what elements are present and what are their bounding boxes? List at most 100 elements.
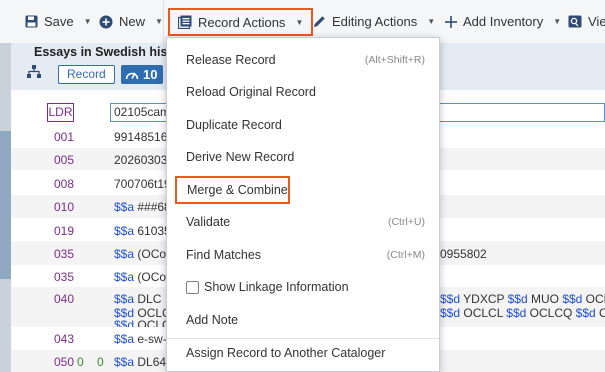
left-panel-selected-area: [0, 131, 11, 279]
record-actions-button[interactable]: Record Actions ▼: [168, 8, 314, 36]
field-tag: 008: [54, 177, 75, 191]
subfield-code: $$d: [440, 306, 461, 320]
field-content: 20260303: [114, 153, 168, 167]
menu-item-label: Validate: [186, 215, 231, 229]
subfield-value: MUO: [527, 292, 563, 306]
subfield-code: $$a: [114, 200, 135, 214]
subfield-value: OCL: [585, 292, 605, 306]
menu-item-release-record[interactable]: Release Record (Alt+Shift+R): [167, 44, 439, 76]
field-content-continued: 0955802: [440, 247, 487, 261]
menu-item-label: Reload Original Record: [186, 85, 316, 99]
field-content: $$a DL64: [114, 355, 166, 369]
plus-circle-icon: [99, 15, 113, 28]
subfield-code: $$d: [114, 318, 135, 327]
quality-score-badge[interactable]: 10: [121, 65, 164, 84]
chevron-down-icon: ▼: [295, 17, 304, 27]
checkbox[interactable]: [186, 280, 199, 294]
field-content: $$a (OCoL: [114, 270, 173, 284]
subfield-value: OCL: [599, 306, 605, 320]
indicator-2: 0: [97, 355, 104, 369]
subfield-code: $$a: [114, 247, 135, 261]
field-tag: 035: [54, 247, 75, 261]
field-tag: 035: [54, 270, 75, 284]
view-label: Vie: [588, 14, 605, 29]
menu-item-assign-record-to-another-cataloger[interactable]: Assign Record to Another Cataloger: [167, 337, 439, 369]
field-tag: 040: [54, 292, 75, 306]
menu-item-derive-new-record[interactable]: Derive New Record: [167, 141, 439, 173]
record-actions-menu: Release Record (Alt+Shift+R) Reload Orig…: [166, 37, 440, 372]
field-tag: 005: [54, 153, 75, 167]
subfield-value: OCLCL: [460, 306, 507, 320]
record-title: Essays in Swedish histor: [34, 45, 185, 59]
field-tag: 019: [54, 224, 75, 238]
field-tag: 001: [54, 130, 75, 144]
add-inventory-button[interactable]: Add Inventory ▼: [445, 0, 561, 43]
field-content-continued: $$d YDXCP $$d MUO $$d OCL: [440, 292, 605, 306]
editing-actions-label: Editing Actions: [332, 14, 418, 29]
field-content: $$a (OCoL: [114, 247, 173, 261]
chevron-down-icon: ▼: [553, 17, 562, 26]
pencil-icon: [314, 16, 325, 27]
field-content: $$a e-sw-: [114, 332, 167, 346]
field-content: $$a 61035: [114, 224, 171, 238]
view-button[interactable]: Vie: [568, 0, 605, 43]
field-tag: 010: [54, 200, 75, 214]
hierarchy-icon[interactable]: [27, 65, 41, 78]
menu-item-add-note[interactable]: Add Note: [167, 304, 439, 336]
indicator-1: 0: [77, 355, 84, 369]
left-panel-edge[interactable]: [0, 43, 11, 372]
subfield-value: DLC: [134, 292, 162, 306]
add-inventory-label: Add Inventory: [463, 14, 544, 29]
field-content: 99148516: [114, 130, 168, 144]
field-content: $$a ###68: [114, 200, 171, 214]
subfield-value: YDXCP: [460, 292, 508, 306]
field-content: 700706t19: [114, 177, 171, 191]
record-actions-label: Record Actions: [198, 14, 286, 30]
menu-item-duplicate-record[interactable]: Duplicate Record: [167, 109, 439, 141]
new-label: New: [119, 14, 146, 29]
save-icon: [25, 15, 38, 28]
subfield-code: $$a: [114, 332, 135, 346]
menu-item-label: Assign Record to Another Cataloger: [186, 346, 386, 360]
menu-item-validate[interactable]: Validate (Ctrl+U): [167, 206, 439, 238]
menu-item-reload-original-record[interactable]: Reload Original Record: [167, 76, 439, 108]
view-icon: [568, 15, 582, 28]
field-content: $$a DLC: [114, 292, 161, 306]
chevron-down-icon: ▼: [427, 17, 436, 26]
chevron-down-icon: ▼: [155, 17, 163, 26]
gauge-icon: [125, 72, 139, 79]
menu-item-shortcut: (Ctrl+M): [386, 249, 425, 261]
menu-item-label: Duplicate Record: [186, 118, 282, 132]
toolbar-divider: [163, 0, 164, 43]
subfield-code: $$d: [507, 292, 528, 306]
menu-item-label: Release Record: [186, 53, 276, 67]
subfield-code: $$d: [506, 306, 527, 320]
new-button[interactable]: New ▼: [99, 0, 163, 43]
record-list-icon: [178, 15, 192, 29]
subfield-code: $$d: [575, 306, 596, 320]
save-button[interactable]: Save ▼: [25, 0, 92, 43]
menu-item-merge-combine[interactable]: Merge & Combine: [175, 176, 290, 204]
subfield-code: $$a: [114, 292, 135, 306]
subfield-code: $$a: [114, 355, 135, 369]
record-type-badge: Record: [58, 65, 115, 84]
field-tag: 043: [54, 332, 75, 346]
chevron-down-icon: ▼: [83, 17, 92, 26]
quality-score-value: 10: [143, 67, 158, 82]
subfield-code: $$a: [114, 270, 135, 284]
field-tag: 050: [54, 355, 75, 369]
menu-item-shortcut: (Ctrl+U): [387, 216, 425, 228]
plus-icon: [445, 15, 457, 28]
subfield-value: e-sw-: [134, 332, 167, 346]
field-tag[interactable]: LDR: [47, 103, 74, 122]
save-label: Save: [44, 14, 74, 29]
menu-item-find-matches[interactable]: Find Matches (Ctrl+M): [167, 239, 439, 271]
field-content-line: $$d OCLC: [114, 318, 171, 327]
subfield-code: $$a: [114, 224, 135, 238]
subfield-value: DL64: [134, 355, 167, 369]
menu-item-shortcut: (Alt+Shift+R): [364, 54, 425, 66]
menu-item-show-linkage-information[interactable]: Show Linkage Information: [167, 271, 439, 303]
menu-item-label: Add Note: [186, 313, 239, 327]
menu-item-label: Show Linkage Information: [204, 280, 349, 294]
subfield-code: $$d: [440, 292, 461, 306]
